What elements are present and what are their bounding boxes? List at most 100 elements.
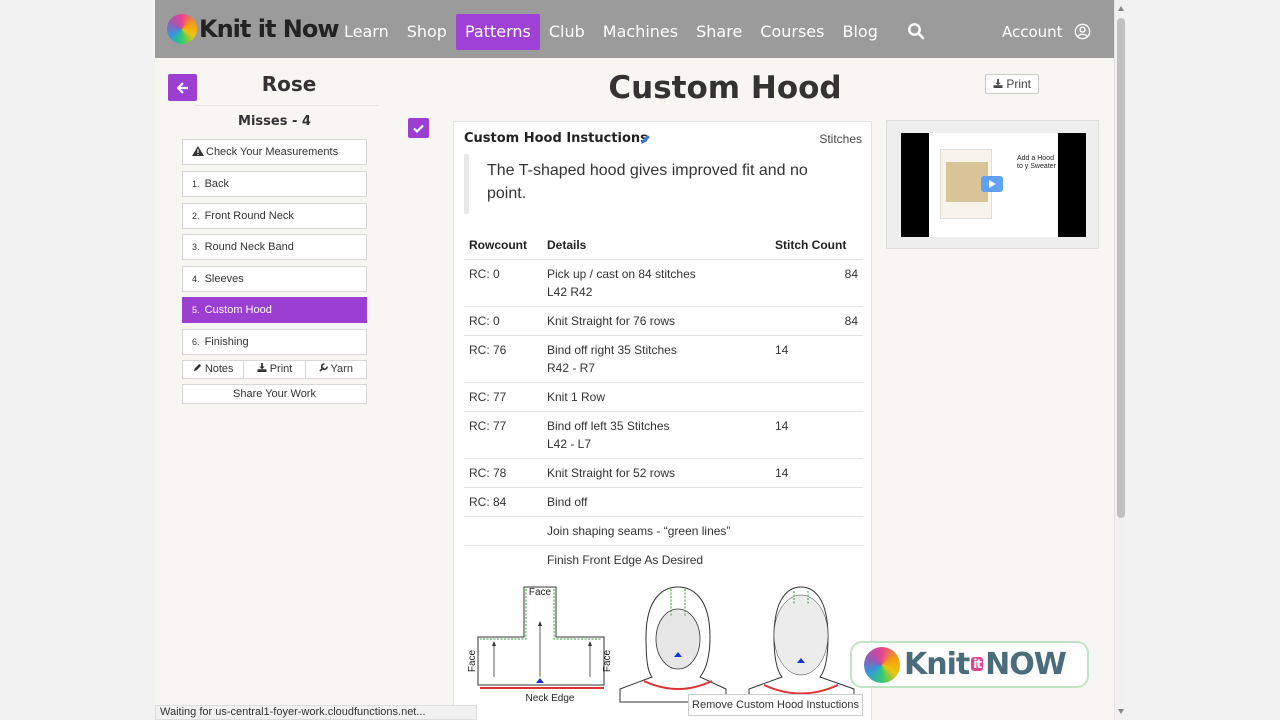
stitch-count-cell (770, 382, 863, 412)
rowcount-cell: RC: 0 (464, 259, 542, 307)
sidebar-item-sleeves[interactable]: 4. Sleeves (182, 266, 367, 292)
sidebar-item-label: Back (204, 178, 230, 190)
hood-diagram: Face Face Face Neck Edge (467, 586, 855, 704)
details-cell: Bind off left 35 Stitches L42 - L7 (542, 411, 770, 459)
edit-icon[interactable] (640, 134, 651, 145)
right-gutter (1126, 0, 1280, 720)
watermark-word-1: Knit (904, 647, 970, 682)
table-row: RC: 0 Pick up / cast on 84 stitches L42 R… (464, 259, 863, 307)
rowcount-cell: RC: 0 (464, 306, 542, 336)
left-gutter (0, 0, 155, 720)
rowcount-cell: RC: 77 (464, 382, 542, 412)
card-title: Custom Hood Instuctions (464, 131, 648, 146)
table-header-row: Rowcount Details Stitch Count (464, 232, 863, 260)
sidebar-item-label: Finishing (204, 336, 249, 348)
nav-links: Learn Shop Patterns Club Machines Share … (335, 14, 887, 50)
nav-machines[interactable]: Machines (594, 14, 687, 50)
scroll-down-icon[interactable] (1118, 709, 1124, 714)
play-button[interactable] (981, 176, 1003, 192)
account-link[interactable]: Account (1002, 23, 1063, 41)
details-cell: Bind off (542, 487, 770, 517)
header-details: Details (542, 232, 770, 260)
warning-icon (192, 146, 204, 156)
pencil-icon (193, 363, 201, 372)
print-label: Print (269, 363, 293, 375)
details-text: Bind off right 35 Stitches (547, 342, 677, 357)
watermark-word-3: NOW (985, 647, 1067, 682)
face-right-label: Face (602, 649, 613, 672)
header-stitch-count: Stitch Count (770, 232, 863, 260)
nav-patterns[interactable]: Patterns (455, 14, 540, 50)
sidebar-item-custom-hood[interactable]: 5. Custom Hood (182, 297, 367, 323)
stitch-count-cell: 84 (770, 306, 863, 336)
browser-status-bar: Waiting for us-central1-foyer-work.cloud… (155, 705, 477, 720)
nav-courses[interactable]: Courses (751, 14, 833, 50)
table-row: RC: 77 Knit 1 Row (464, 382, 863, 412)
table-row: RC: 0 Knit Straight for 76 rows 84 (464, 306, 863, 336)
print-button[interactable]: Print (244, 360, 306, 379)
sidebar-item-back[interactable]: 1. Back (182, 171, 367, 197)
back-button[interactable] (168, 74, 197, 101)
sidebar-item-finishing[interactable]: 6. Finishing (182, 329, 367, 355)
step-number: 1. (192, 179, 200, 189)
page-scrollbar[interactable] (1114, 0, 1126, 720)
watermark-word-2: it (971, 657, 984, 671)
step-number: 6. (192, 337, 200, 347)
stitches-link[interactable]: Stitches (819, 132, 862, 146)
check-measurements-button[interactable]: Check Your Measurements (182, 139, 367, 165)
stitch-count-cell: 84 (770, 259, 863, 307)
knit-it-now-watermark: Knit it NOW (850, 641, 1089, 688)
user-icon[interactable] (1074, 23, 1091, 40)
nav-learn[interactable]: Learn (335, 14, 398, 50)
check-measurements-label: Check Your Measurements (206, 146, 339, 158)
details-cell: Knit Straight for 76 rows (542, 306, 770, 336)
rowcount-cell (464, 516, 542, 546)
video-player[interactable]: Add a Hood to y Sweater (901, 133, 1086, 237)
rowcount-cell: RC: 77 (464, 411, 542, 459)
video-card: Add a Hood to y Sweater (886, 120, 1099, 249)
wrench-icon (318, 363, 328, 372)
divider (195, 105, 379, 106)
scrollbar-thumb[interactable] (1117, 18, 1125, 518)
rowcount-cell (464, 545, 542, 574)
share-your-work-button[interactable]: Share Your Work (182, 384, 367, 404)
details-cell: Knit 1 Row (542, 382, 770, 412)
video-caption: Add a Hood to y Sweater (1017, 155, 1056, 170)
pattern-title: Rose (261, 72, 317, 96)
navbar: Knit it Now Learn Shop Patterns Club Mac… (155, 0, 1114, 58)
table-row: RC: 78 Knit Straight for 52 rows 14 (464, 458, 863, 488)
search-icon[interactable] (907, 22, 925, 40)
remove-instructions-button[interactable]: Remove Custom Hood Instuctions (688, 694, 863, 716)
nav-club[interactable]: Club (540, 14, 594, 50)
step-number: 5. (192, 305, 200, 315)
table-row: RC: 76 Bind off right 35 Stitches R42 - R… (464, 335, 863, 383)
instructions-table: Rowcount Details Stitch Count RC: 0 Pick… (464, 232, 863, 574)
table-row: Join shaping seams - “green lines” (464, 516, 863, 546)
details-cell: Join shaping seams - “green lines” (542, 516, 770, 546)
table-row: RC: 77 Bind off left 35 Stitches L42 - L7… (464, 411, 863, 459)
nav-blog[interactable]: Blog (833, 14, 886, 50)
sidebar-item-front-round-neck[interactable]: 2. Front Round Neck (182, 203, 367, 229)
page-viewport: Knit it Now Learn Shop Patterns Club Mac… (155, 0, 1114, 720)
stitch-count-cell: 14 (770, 458, 863, 488)
details-subtext: L42 - L7 (547, 436, 592, 451)
brand-name: Knit it Now (199, 15, 340, 43)
scroll-up-icon[interactable] (1118, 6, 1124, 11)
download-icon (257, 363, 267, 372)
details-subtext: L42 R42 (547, 284, 593, 299)
yarn-label: Yarn (330, 363, 353, 375)
stitch-count-cell (770, 487, 863, 517)
instructions-card: Custom Hood Instuctions Stitches The T-s… (453, 121, 872, 720)
nav-shop[interactable]: Shop (398, 14, 456, 50)
page-print-button[interactable]: Print (985, 74, 1039, 94)
sidebar-item-round-neck-band[interactable]: 3. Round Neck Band (182, 234, 367, 260)
rowcount-cell: RC: 84 (464, 487, 542, 517)
nav-share[interactable]: Share (687, 14, 751, 50)
notes-button[interactable]: Notes (182, 360, 245, 379)
watermark-text: Knit it NOW (904, 647, 1067, 682)
step-number: 2. (192, 211, 200, 221)
stitch-count-cell: 14 (770, 411, 863, 459)
complete-step-button[interactable] (408, 118, 429, 138)
yarn-button[interactable]: Yarn (305, 360, 367, 379)
brand-logo[interactable]: Knit it Now (167, 12, 340, 46)
